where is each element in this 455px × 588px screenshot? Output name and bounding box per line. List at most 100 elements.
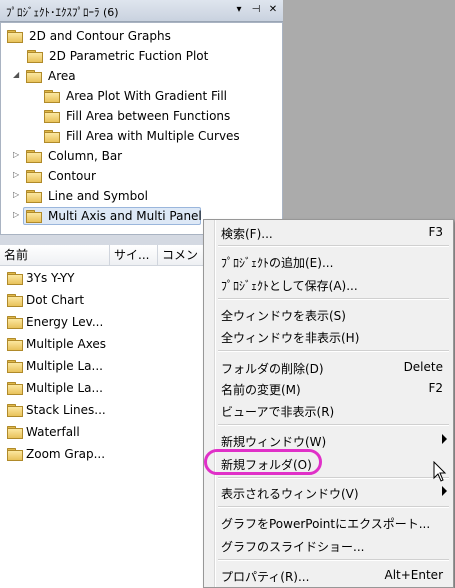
project-tree[interactable]: 2D and Contour Graphs 2D Parametric Fuct…: [0, 22, 283, 235]
menu-item-label: フォルダの削除(D): [221, 362, 324, 376]
panel-title: ﾌﾟﾛｼﾞｪｸﾄ･ｴｸｽﾌﾟﾛｰﾗ (6): [6, 6, 119, 19]
menu-item-label: グラフをPowerPointにエクスポート...: [221, 517, 431, 531]
tree-node-label: Contour: [48, 169, 96, 183]
list-item-label: Waterfall: [26, 425, 80, 439]
menu-separator: [218, 245, 449, 247]
menu-item-rename[interactable]: 名前の変更(M) F2: [221, 378, 449, 398]
tree-node-label: Area Plot With Gradient Fill: [66, 89, 227, 103]
tree-node-label: Column, Bar: [48, 149, 123, 163]
tree-node-label: Line and Symbol: [48, 189, 148, 203]
list-header: 名前 サイ... コメン: [0, 245, 210, 266]
annotation-highlight-ring: [204, 449, 322, 475]
menu-separator: [218, 350, 449, 352]
list-item-label: 3Ys Y-YY: [26, 271, 75, 285]
folder-icon: [44, 110, 60, 123]
list-item[interactable]: Multiple La...: [0, 355, 120, 377]
expand-icon[interactable]: ▷: [13, 170, 21, 180]
menu-item-show-all[interactable]: 全ウィンドウを表示(S): [221, 304, 449, 324]
menu-item-label: 表示されるウィンドウ(V): [221, 487, 359, 501]
column-header-name[interactable]: 名前: [0, 245, 110, 265]
expand-icon[interactable]: ▷: [13, 190, 21, 200]
window-list[interactable]: 名前 サイ... コメン 3Ys Y-YY Dot Chart Energy L…: [0, 245, 211, 588]
menu-item-delete-folder[interactable]: フォルダの削除(D) Delete: [221, 357, 449, 377]
menu-separator: [218, 506, 449, 508]
menu-item-export-ppt[interactable]: グラフをPowerPointにエクスポート...: [221, 512, 449, 532]
folder-icon: [27, 50, 43, 63]
shortcut-label: F2: [428, 381, 443, 395]
menu-item-save-as-project[interactable]: ﾌﾟﾛｼﾞｪｸﾄとして保存(A)...: [221, 274, 449, 294]
collapse-icon[interactable]: ◢: [13, 70, 21, 80]
tree-node-selected[interactable]: ▷ Multi Axis and Multi Panel: [11, 207, 202, 225]
list-item[interactable]: Multiple La...: [0, 377, 120, 399]
menu-item-hide-in-viewer[interactable]: ビューアで非表示(R): [221, 400, 449, 420]
folder-icon: [7, 448, 23, 461]
list-item-label: Zoom Grap...: [26, 447, 106, 461]
menu-item-label: 新規ウィンドウ(W): [221, 435, 327, 449]
menu-item-label: 全ウィンドウを表示(S): [221, 309, 346, 323]
menu-item-label: 全ウィンドウを非表示(H): [221, 331, 360, 345]
expand-icon[interactable]: ▷: [13, 210, 21, 220]
list-item[interactable]: Stack Lines...: [0, 399, 120, 421]
menu-item-properties[interactable]: プロパティ(R)... Alt+Enter: [221, 565, 449, 585]
menu-item-hide-all[interactable]: 全ウィンドウを非表示(H): [221, 326, 449, 346]
menu-item-label: ﾌﾟﾛｼﾞｪｸﾄの追加(E)...: [221, 256, 334, 270]
menu-item-add-project[interactable]: ﾌﾟﾛｼﾞｪｸﾄの追加(E)...: [221, 251, 449, 271]
folder-icon: [7, 360, 23, 373]
shortcut-label: Delete: [403, 360, 443, 374]
tree-node-label: 2D and Contour Graphs: [29, 29, 171, 43]
folder-icon: [7, 272, 23, 285]
menu-item-label: 検索(F)...: [221, 227, 273, 241]
submenu-arrow-icon: [442, 486, 447, 496]
tree-node-label: Area: [48, 69, 76, 83]
list-item[interactable]: Multiple Axes: [0, 333, 120, 355]
list-item-label: Multiple La...: [26, 359, 103, 373]
menu-item-label: グラフのスライドショー...: [221, 540, 365, 554]
folder-icon: [7, 426, 23, 439]
menu-item-shown-windows[interactable]: 表示されるウィンドウ(V): [221, 482, 449, 502]
expand-icon[interactable]: ▷: [13, 150, 21, 160]
list-item[interactable]: Zoom Grap...: [0, 443, 120, 465]
folder-icon: [44, 130, 60, 143]
pin-icon[interactable]: ⊣: [249, 3, 263, 17]
folder-icon: [26, 190, 42, 203]
list-item-label: Multiple Axes: [26, 337, 107, 351]
mouse-cursor-icon: [433, 461, 447, 482]
dropdown-icon[interactable]: ▾: [232, 3, 246, 17]
menu-item-label: プロパティ(R)...: [221, 570, 310, 584]
menu-item-label: ビューアで非表示(R): [221, 405, 335, 419]
folder-icon: [26, 210, 42, 223]
folder-icon: [26, 150, 42, 163]
panel-title-bar: ﾌﾟﾛｼﾞｪｸﾄ･ｴｸｽﾌﾟﾛｰﾗ (6) ▾ ⊣ ✕: [0, 0, 283, 22]
menu-separator: [218, 424, 449, 426]
list-item-label: Stack Lines...: [26, 403, 106, 417]
list-item[interactable]: Waterfall: [0, 421, 120, 443]
list-item-label: Multiple La...: [26, 381, 103, 395]
list-item-label: Energy Lev...: [26, 315, 104, 329]
folder-icon: [7, 30, 23, 43]
tree-node-label: Fill Area between Functions: [66, 109, 231, 123]
folder-icon: [7, 338, 23, 351]
tree-node-label: Multi Axis and Multi Panel: [48, 209, 202, 223]
list-item[interactable]: 3Ys Y-YY: [0, 267, 120, 289]
list-item[interactable]: Energy Lev...: [0, 311, 120, 333]
close-icon[interactable]: ✕: [266, 3, 280, 17]
shortcut-label: F3: [428, 225, 443, 239]
folder-icon: [7, 294, 23, 307]
tree-node-label: Fill Area with Multiple Curves: [66, 129, 240, 143]
submenu-arrow-icon: [442, 434, 447, 444]
list-item[interactable]: Dot Chart: [0, 289, 120, 311]
menu-item-slideshow[interactable]: グラフのスライドショー...: [221, 535, 449, 555]
menu-separator: [218, 298, 449, 300]
folder-icon: [26, 170, 42, 183]
menu-item-new-window[interactable]: 新規ウィンドウ(W): [221, 430, 449, 450]
shortcut-label: Alt+Enter: [384, 568, 443, 582]
column-header-size[interactable]: サイ...: [110, 245, 158, 265]
folder-icon: [7, 382, 23, 395]
menu-separator: [218, 477, 449, 479]
folder-icon: [44, 90, 60, 103]
menu-item-search[interactable]: 検索(F)... F3: [221, 222, 449, 242]
menu-item-label: ﾌﾟﾛｼﾞｪｸﾄとして保存(A)...: [221, 279, 358, 293]
tree-node-label: 2D Parametric Fuction Plot: [49, 49, 209, 63]
menu-separator: [218, 559, 449, 561]
context-menu: 検索(F)... F3 ﾌﾟﾛｼﾞｪｸﾄの追加(E)... ﾌﾟﾛｼﾞｪｸﾄとして…: [203, 219, 454, 588]
